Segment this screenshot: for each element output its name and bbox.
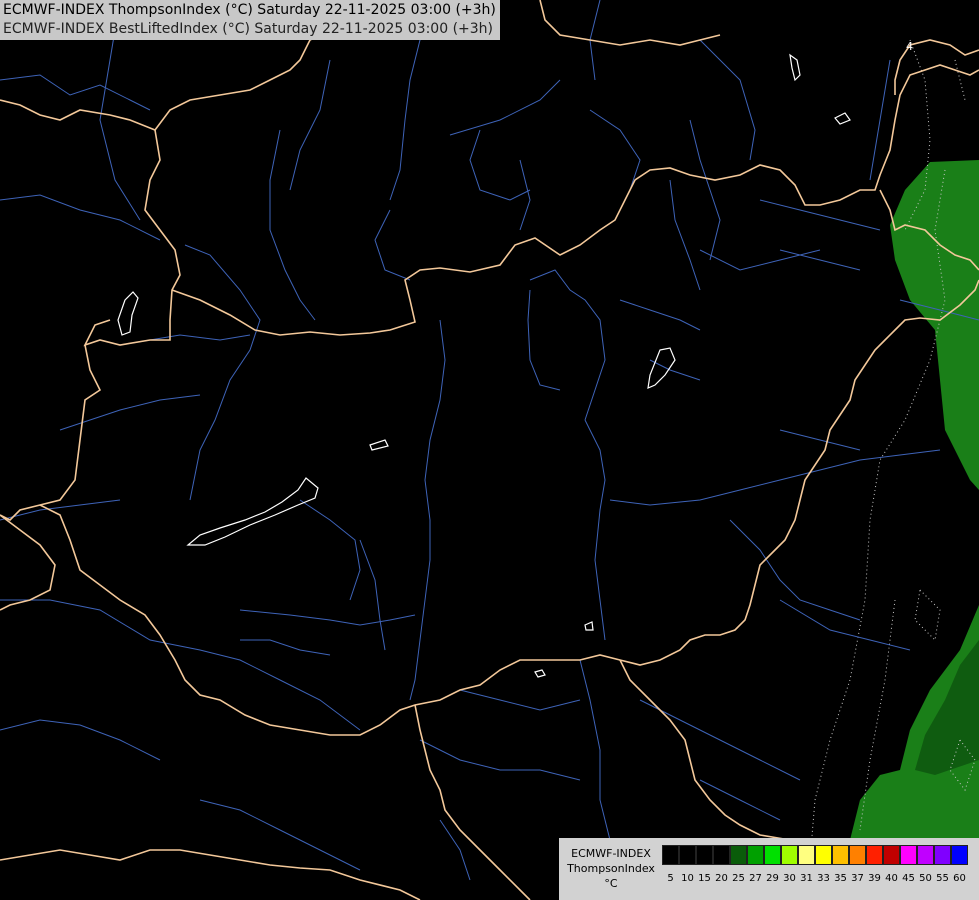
- color-legend: ECMWF-INDEX ThompsonIndex °C 5 10 15 20 25 27…: [559, 838, 979, 900]
- legend-swatch: [849, 845, 866, 865]
- legend-line-2: ThompsonIndex: [567, 862, 655, 875]
- legend-tick-label: 5: [667, 873, 674, 884]
- legend-tick-label: 60: [953, 873, 966, 884]
- legend-tick-label: 40: [885, 873, 898, 884]
- legend-tick-label: 45: [902, 873, 915, 884]
- legend-swatch: [798, 845, 815, 865]
- legend-tick-label: 33: [817, 873, 830, 884]
- legend-tick-label: 30: [783, 873, 796, 884]
- legend-tick-label: 20: [715, 873, 728, 884]
- legend-tick-label: 25: [732, 873, 745, 884]
- title-line-2: ECMWF-INDEX BestLiftedIndex (°C) Saturda…: [3, 21, 493, 37]
- legend-swatch: [832, 845, 849, 865]
- legend-swatch: [866, 845, 883, 865]
- legend-tick-label: 50: [919, 873, 932, 884]
- legend-label: ECMWF-INDEX ThompsonIndex °C: [563, 846, 659, 891]
- legend-swatch: [662, 845, 679, 865]
- legend-swatches: [662, 845, 968, 865]
- legend-swatch: [679, 845, 696, 865]
- legend-swatch: [917, 845, 934, 865]
- legend-swatch: [900, 845, 917, 865]
- legend-tick-label: 37: [851, 873, 864, 884]
- legend-tick-label: 27: [749, 873, 762, 884]
- legend-tick-label: 15: [698, 873, 711, 884]
- legend-swatch: [934, 845, 951, 865]
- legend-tick-label: 39: [868, 873, 881, 884]
- legend-swatch: [730, 845, 747, 865]
- legend-swatch: [747, 845, 764, 865]
- legend-tick-label: 31: [800, 873, 813, 884]
- isoline-label: 4: [906, 40, 913, 53]
- weather-map: 4: [0, 0, 979, 900]
- legend-swatch: [696, 845, 713, 865]
- title-line-1: ECMWF-INDEX ThompsonIndex (°C) Saturday …: [3, 2, 496, 18]
- legend-swatch: [764, 845, 781, 865]
- legend-swatch: [815, 845, 832, 865]
- legend-swatch: [781, 845, 798, 865]
- legend-tick-label: 55: [936, 873, 949, 884]
- legend-line-1: ECMWF-INDEX: [571, 847, 651, 860]
- legend-tick-label: 35: [834, 873, 847, 884]
- legend-ticks: 5 10 15 20 25 27 29 30 31 33 35 37 39 40 45 50 55 60: [662, 873, 968, 884]
- legend-tick-label: 10: [681, 873, 694, 884]
- legend-swatch: [883, 845, 900, 865]
- map-title-box: ECMWF-INDEX ThompsonIndex (°C) Saturday …: [0, 0, 500, 40]
- legend-swatch: [951, 845, 968, 865]
- legend-line-3: °C: [604, 877, 618, 890]
- legend-swatch: [713, 845, 730, 865]
- legend-tick-label: 29: [766, 873, 779, 884]
